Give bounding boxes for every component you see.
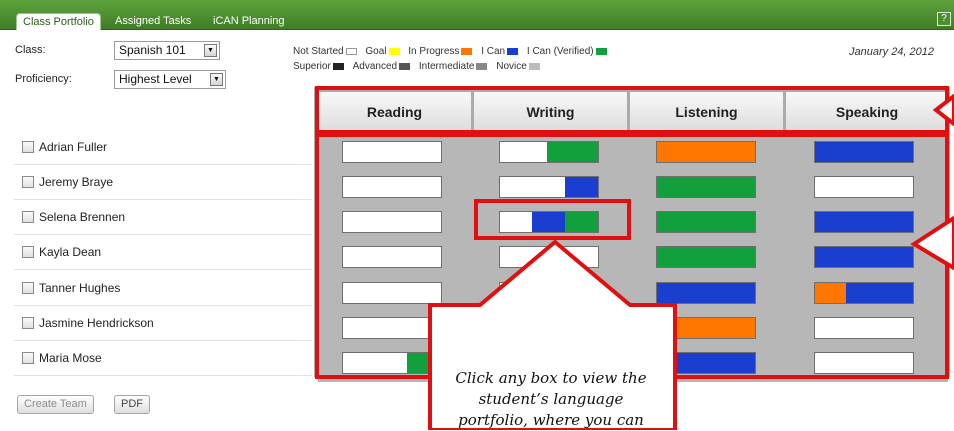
student-row-label: Adrian Fuller [22,139,107,155]
legend-swatch [528,62,540,70]
callout-line: portfolio, where you can [458,411,644,429]
student-name[interactable]: Kayla Dean [39,245,101,259]
legend-item: In Progress [408,46,473,57]
legend-item: Goal [365,46,400,57]
legend-item: Superior [293,61,344,72]
legend-swatch [507,47,519,55]
student-name[interactable]: Jasmine Hendrickson [39,316,154,330]
student-row-label: Kayla Dean [22,244,101,260]
tab-assigned-tasks[interactable]: Assigned Tasks [115,13,191,30]
legend-item: Novice [496,61,540,72]
legend-item: Intermediate [419,61,488,72]
student-row-label: Maria Mose [22,350,102,366]
chevron-down-icon[interactable]: ▼ [210,73,223,86]
cell-highlight-box [474,199,631,240]
legend-swatch [461,47,473,55]
status-legend: Not Started Goal In Progress I Can I Can… [293,46,613,57]
row-divider [14,199,312,200]
tab-ican-planning[interactable]: iCAN Planning [213,13,285,30]
student-row-label: Selena Brennen [22,209,125,225]
legend-item: I Can (Verified) [527,46,607,57]
top-tab-bar: Class Portfolio Assigned Tasks iCAN Plan… [0,0,954,30]
student-name[interactable]: Maria Mose [39,351,102,365]
legend-swatch [595,47,607,55]
student-name[interactable]: Selena Brennen [39,210,125,224]
grid-highlight-box [315,133,949,379]
callout-line: Click any box to view the [455,369,647,387]
student-name[interactable]: Adrian Fuller [39,140,107,154]
student-name[interactable]: Jeremy Braye [39,175,113,189]
legend-swatch [476,62,488,70]
legend-item: Advanced [353,61,411,72]
chevron-down-icon[interactable]: ▼ [204,44,217,57]
row-divider [14,269,312,270]
student-checkbox[interactable] [22,352,34,364]
student-row-label: Jasmine Hendrickson [22,315,154,331]
student-checkbox[interactable] [22,246,34,258]
student-checkbox[interactable] [22,141,34,153]
report-date: January 24, 2012 [849,46,935,58]
help-icon[interactable]: ? [937,12,951,26]
proficiency-label: Proficiency: [15,73,72,85]
level-legend: Superior Advanced Intermediate Novice [293,61,546,72]
legend-swatch [399,62,411,70]
student-row-label: Tanner Hughes [22,280,120,296]
row-divider [14,234,312,235]
create-team-button[interactable]: Create Team [17,395,94,414]
pdf-button[interactable]: PDF [114,395,150,414]
student-checkbox[interactable] [22,282,34,294]
student-checkbox[interactable] [22,211,34,223]
class-label: Class: [15,44,46,56]
row-divider [14,164,312,165]
class-select-value: Spanish 101 [119,43,186,57]
student-row-label: Jeremy Braye [22,174,113,190]
legend-item: I Can [481,46,519,57]
student-checkbox[interactable] [22,317,34,329]
row-divider [14,305,312,306]
class-select[interactable]: Spanish 101 ▼ [114,41,220,60]
row-divider [14,375,312,376]
proficiency-select[interactable]: Highest Level ▼ [114,70,226,89]
legend-swatch [345,47,357,55]
callout-line: student’s language [478,390,624,408]
header-highlight-box [315,86,949,134]
student-checkbox[interactable] [22,176,34,188]
legend-swatch [388,47,400,55]
legend-item: Not Started [293,46,357,57]
legend-swatch [332,62,344,70]
tab-class-portfolio[interactable]: Class Portfolio [16,13,101,30]
student-name[interactable]: Tanner Hughes [39,281,120,295]
row-divider [14,340,312,341]
proficiency-select-value: Highest Level [119,72,192,86]
callout-text: Click any box to view the student’s lang… [442,368,660,431]
